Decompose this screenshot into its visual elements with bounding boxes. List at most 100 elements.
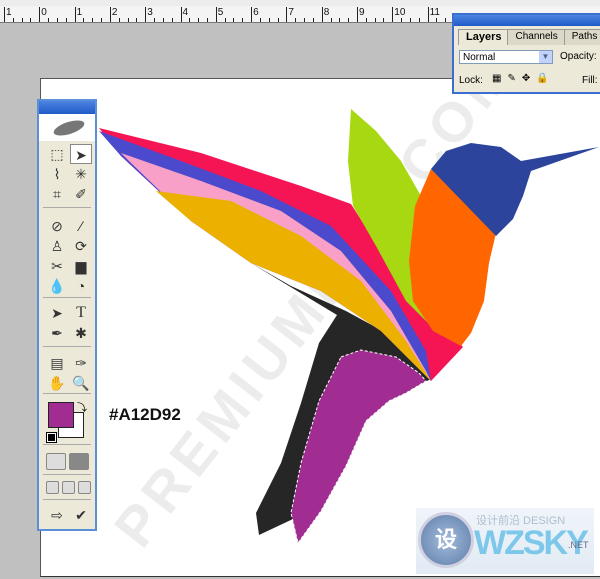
ruler-minor-tick	[409, 18, 411, 22]
healing-brush-tool-icon[interactable]: ⊘	[46, 216, 68, 236]
feather-logo-icon[interactable]	[39, 114, 95, 141]
crop-tool-icon[interactable]: ⌗	[46, 184, 68, 204]
ruler-label: 3	[147, 7, 153, 18]
lock-transparency-icon[interactable]: ▦	[492, 73, 501, 84]
document-canvas[interactable]: PREMIUMPSD.COM #A12D92	[40, 39, 600, 577]
ruler-label: 5	[217, 7, 224, 18]
ruler-major-tick	[39, 7, 41, 22]
brush-tool-icon[interactable]: ∕	[70, 216, 92, 236]
tools-palette[interactable]: ⬚ ➤ ⌇ ✳ ⌗ ✐ ⊘ ∕ ♙ ⟳ ✂ ▆ 💧 ◔ ➤ T ✒ ✱ ▤ ✑ ✋ 🔍 ⤵ ⇨ ✔	[37, 99, 97, 531]
layers-palette[interactable]: Layers Channels Paths Normal ▼ Opacity: …	[452, 13, 600, 94]
zoom-tool-icon[interactable]: 🔍	[70, 373, 92, 393]
tab-layers[interactable]: Layers	[458, 29, 510, 45]
ruler-minor-tick	[198, 18, 200, 22]
eyedropper-tool-icon[interactable]: ✑	[70, 353, 92, 373]
ruler-label: 6	[253, 7, 259, 18]
gradient-tool-icon[interactable]: ▆	[70, 256, 92, 276]
ruler-minor-tick	[21, 18, 23, 22]
ruler-label: 8	[323, 7, 330, 18]
toolbox-divider	[43, 393, 91, 394]
checkmark-icon[interactable]: ✔	[70, 505, 92, 525]
lock-position-icon[interactable]: ✥	[522, 73, 530, 84]
custom-shape-tool-icon[interactable]: ✱	[70, 323, 92, 343]
swap-colors-icon[interactable]: ⤵	[77, 399, 87, 414]
ruler-minor-tick	[101, 18, 103, 22]
tab-paths[interactable]: Paths	[563, 29, 600, 45]
pen-tool-icon[interactable]: ✒	[46, 323, 68, 343]
jump-to-imageready-icon[interactable]: ⇨	[46, 505, 68, 525]
ruler-minor-tick	[365, 18, 367, 22]
ruler-label: 1	[6, 7, 12, 18]
ruler-minor-tick	[233, 18, 235, 22]
ruler-minor-tick	[127, 18, 129, 22]
path-selection-tool-icon[interactable]: ➤	[46, 303, 68, 323]
logo-badge: 设	[418, 512, 474, 568]
ruler-minor-tick	[162, 18, 164, 22]
clone-stamp-tool-icon[interactable]: ♙	[46, 236, 68, 256]
lock-all-icon[interactable]: 🔒	[536, 73, 548, 84]
ruler-minor-tick	[259, 18, 261, 22]
rectangular-marquee-tool-icon[interactable]: ⬚	[46, 144, 68, 164]
standard-mode-button[interactable]	[46, 453, 66, 470]
ruler-minor-tick	[339, 18, 341, 22]
ruler-minor-tick	[224, 18, 226, 22]
hand-tool-icon[interactable]: ✋	[46, 373, 68, 393]
ruler-minor-tick	[312, 18, 314, 22]
fill-label: Fill:	[582, 75, 598, 86]
ruler-minor-tick	[48, 18, 50, 22]
magic-wand-tool-icon[interactable]: ✳	[70, 164, 92, 184]
blend-mode-value: Normal	[463, 52, 496, 63]
standard-screen-mode-button[interactable]	[46, 481, 59, 494]
blend-mode-select[interactable]: Normal ▼	[459, 50, 553, 64]
notes-tool-icon[interactable]: ▤	[46, 353, 68, 373]
ruler-minor-tick	[277, 18, 279, 22]
eraser-tool-icon[interactable]: ✂	[46, 256, 68, 276]
ruler-minor-tick	[418, 18, 420, 22]
ruler-minor-tick	[118, 18, 120, 22]
palette-title-bar[interactable]	[454, 15, 600, 26]
toolbox-title-bar[interactable]	[39, 101, 95, 114]
toolbox-divider	[43, 444, 91, 445]
history-brush-tool-icon[interactable]: ⟳	[70, 236, 92, 256]
ruler-minor-tick	[92, 18, 94, 22]
lock-paint-icon[interactable]: ✎	[507, 73, 515, 84]
ruler-label: 0	[41, 7, 47, 18]
ruler-major-tick	[321, 7, 323, 22]
blur-tool-icon[interactable]: 💧	[46, 276, 68, 296]
type-tool-icon[interactable]: T	[70, 303, 92, 323]
ruler-major-tick	[145, 7, 147, 22]
ruler-major-tick	[215, 7, 217, 22]
foreground-color-swatch[interactable]	[48, 402, 74, 428]
ruler-minor-tick	[30, 18, 32, 22]
tab-channels[interactable]: Channels	[507, 29, 566, 45]
ruler-minor-tick	[65, 18, 67, 22]
slice-tool-icon[interactable]: ✐	[70, 184, 92, 204]
ruler-minor-tick	[206, 18, 208, 22]
dodge-tool-icon[interactable]: ◔	[70, 276, 92, 296]
logo-tld: .NET	[568, 540, 589, 550]
ruler-minor-tick	[330, 18, 332, 22]
ruler-minor-tick	[171, 18, 173, 22]
ruler-major-tick	[4, 7, 5, 22]
polygonal-lasso-tool-icon[interactable]: ⌇	[46, 164, 68, 184]
ruler-minor-tick	[445, 18, 447, 22]
quick-mask-button[interactable]	[69, 453, 89, 470]
ruler-label: 7	[288, 7, 294, 18]
toolbox-divider	[43, 207, 91, 208]
full-screen-menu-mode-button[interactable]	[62, 481, 75, 494]
ruler-label: 10	[394, 7, 406, 18]
full-screen-mode-button[interactable]	[78, 481, 91, 494]
ruler-minor-tick	[56, 18, 58, 22]
ruler-minor-tick	[242, 18, 244, 22]
hummingbird-artwork	[99, 109, 599, 545]
ruler-major-tick	[74, 7, 76, 22]
ruler-minor-tick	[189, 18, 191, 22]
opacity-label: Opacity:	[560, 51, 597, 62]
ruler-major-tick	[286, 7, 288, 22]
ruler-minor-tick	[348, 18, 350, 22]
ruler-minor-tick	[268, 18, 270, 22]
ruler-label: 4	[182, 7, 189, 18]
chevron-down-icon[interactable]: ▼	[539, 51, 552, 63]
default-colors-icon[interactable]	[46, 432, 57, 443]
move-tool-icon[interactable]: ➤	[70, 144, 92, 164]
